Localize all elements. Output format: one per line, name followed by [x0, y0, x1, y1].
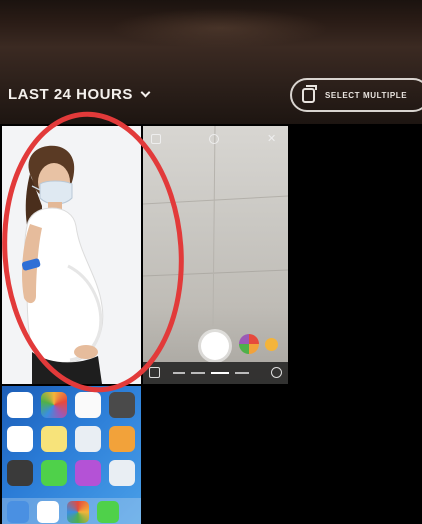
clock-app-icon: [7, 426, 33, 452]
facetime-app-icon: [41, 460, 67, 486]
whatsapp-app-icon: [97, 501, 119, 523]
notes-app-icon: [41, 426, 67, 452]
chevron-down-icon: [140, 87, 151, 97]
photo-iphone-home-screen[interactable]: [2, 386, 141, 524]
music-app-icon: [75, 392, 101, 418]
camera-app-icon: [109, 392, 135, 418]
reminders-app-icon: [75, 426, 101, 452]
emoji-icon[interactable]: [265, 338, 278, 351]
app-icon-grid: [7, 392, 135, 486]
select-multiple-button[interactable]: SELECT MULTIPLE: [290, 78, 422, 112]
shutter-button[interactable]: [201, 332, 229, 360]
pregnant-woman-image: [21, 145, 104, 384]
podcasts-app-icon: [75, 460, 101, 486]
maps-app-icon: [37, 501, 59, 523]
dock: [2, 498, 141, 524]
empty-slot: [290, 126, 422, 384]
select-multiple-label: SELECT MULTIPLE: [325, 90, 408, 100]
gallery-icon[interactable]: [149, 367, 160, 378]
messenger-app-icon: [7, 501, 29, 523]
health-app-icon: [109, 460, 135, 486]
photo-camera-screenshot[interactable]: ✕: [143, 126, 288, 384]
close-icon[interactable]: ✕: [267, 134, 277, 145]
story-picker-header: LAST 24 HOURS SELECT MULTIPLE: [0, 0, 422, 124]
settings-icon[interactable]: [151, 134, 161, 144]
books-app-icon: [109, 426, 135, 452]
camera-mode-bar: [143, 362, 288, 384]
calendar-app-icon: [7, 392, 33, 418]
chrome-app-icon: [67, 501, 89, 523]
photos-app-icon: [41, 392, 67, 418]
media-grid: ✕: [0, 124, 422, 524]
multi-select-icon: [302, 84, 317, 103]
empty-slot: [290, 386, 422, 524]
empty-slot: [143, 386, 288, 524]
flash-icon[interactable]: [209, 134, 219, 144]
photo-pregnant-woman-mask[interactable]: [2, 126, 141, 384]
flip-camera-icon[interactable]: [271, 367, 282, 378]
time-filter-label: LAST 24 HOURS: [8, 86, 133, 103]
time-filter-dropdown[interactable]: LAST 24 HOURS: [8, 86, 151, 103]
color-wheel-icon[interactable]: [239, 334, 259, 354]
utilities-app-icon: [7, 460, 33, 486]
